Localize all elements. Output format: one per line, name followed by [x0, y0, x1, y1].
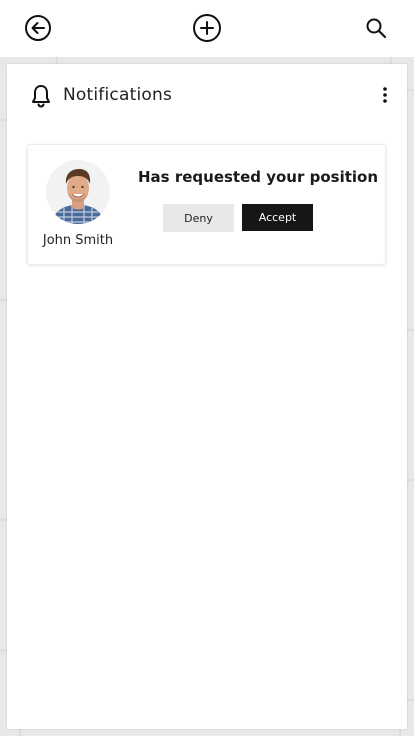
user-photo-image	[46, 160, 110, 224]
notifications-panel: Notifications John Smith Has requested y…	[7, 64, 407, 729]
more-options-button[interactable]	[377, 84, 393, 106]
user-name: John Smith	[42, 233, 114, 248]
search-button[interactable]	[361, 13, 391, 43]
search-icon	[366, 18, 387, 39]
notification-card: John Smith Has requested your position D…	[27, 144, 386, 265]
top-bar	[0, 0, 414, 57]
more-vertical-icon	[383, 87, 387, 103]
add-button[interactable]	[192, 13, 222, 43]
accept-button[interactable]: Accept	[242, 204, 313, 231]
notification-message: Has requested your position	[138, 168, 379, 186]
plus-circle-icon	[193, 14, 221, 42]
deny-button[interactable]: Deny	[163, 204, 234, 232]
bell-icon	[32, 85, 50, 108]
page-title: Notifications	[63, 85, 172, 105]
back-button[interactable]	[23, 13, 53, 43]
panel-header: Notifications	[7, 64, 407, 126]
avatar	[46, 160, 110, 224]
arrow-left-circle-icon	[25, 15, 51, 41]
